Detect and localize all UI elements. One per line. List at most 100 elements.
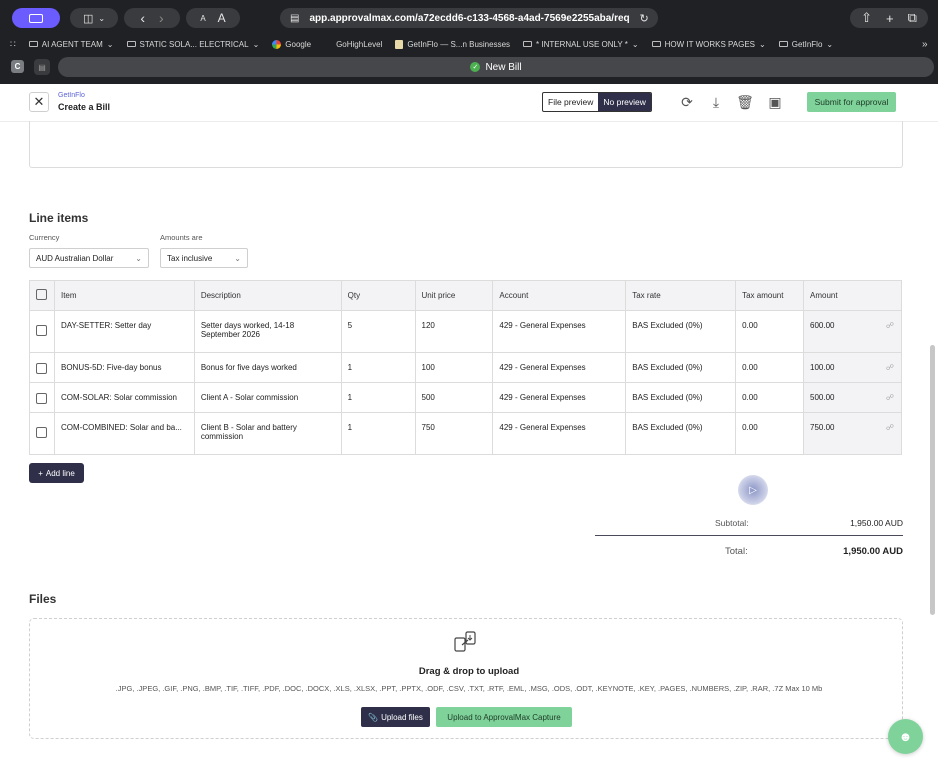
- tax-rate-cell[interactable]: BAS Excluded (0%): [625, 310, 737, 353]
- account-cell[interactable]: 429 - General Expenses: [492, 352, 627, 383]
- bookmark-google[interactable]: Google: [272, 39, 311, 49]
- page-title: Create a Bill: [58, 102, 111, 112]
- nav-buttons: ‹ ›: [124, 8, 180, 28]
- total-label: Total:: [725, 546, 748, 557]
- bookmark-internal-use[interactable]: * INTERNAL USE ONLY * ⌄: [523, 40, 639, 49]
- unit-price-cell[interactable]: 100: [414, 352, 494, 383]
- account-cell[interactable]: 429 - General Expenses: [492, 382, 627, 413]
- tax-amount-cell[interactable]: 0.00: [735, 382, 805, 413]
- item-cell[interactable]: COM-COMBINED: Solar and ba...: [53, 412, 195, 455]
- qty-cell[interactable]: 1: [340, 352, 416, 383]
- delete-icon[interactable]: 🗑: [736, 92, 754, 112]
- subtotal-value: 1,950.00 AUD: [850, 518, 903, 528]
- qty-cell[interactable]: 1: [340, 412, 416, 455]
- active-tab[interactable]: ✓ New Bill: [58, 57, 934, 77]
- tabs-icon[interactable]: ⧉: [908, 10, 917, 26]
- account-cell[interactable]: 429 - General Expenses: [492, 412, 627, 455]
- chevron-down-icon: ⌄: [759, 39, 766, 49]
- folder-icon: [28, 41, 38, 47]
- table-row[interactable]: COM-COMBINED: Solar and ba... Client B -…: [29, 412, 902, 455]
- unit-price-cell[interactable]: 120: [414, 310, 494, 353]
- bookmark-gohighlevel[interactable]: GoHighLevel: [336, 40, 382, 49]
- tab-lock-icon[interactable]: ▤: [34, 59, 50, 75]
- row-select-cell: [29, 382, 55, 413]
- unit-price-cell[interactable]: 750: [414, 412, 494, 455]
- description-cell[interactable]: Client A - Solar commission: [193, 382, 342, 413]
- dropzone-title: Drag & drop to upload: [418, 666, 520, 677]
- folder-icon: [523, 41, 533, 47]
- item-cell[interactable]: DAY-SETTER: Setter day: [53, 310, 195, 353]
- more-bookmarks-icon[interactable]: »: [922, 39, 928, 50]
- save-icon[interactable]: ▣: [766, 92, 784, 112]
- site-settings-icon[interactable]: ▤: [290, 13, 299, 24]
- unit-price-cell[interactable]: 500: [414, 382, 494, 413]
- item-cell[interactable]: COM-SOLAR: Solar commission: [53, 382, 195, 413]
- scrollbar[interactable]: [930, 345, 935, 615]
- url-text: app.approvalmax.com/a72ecdd6-c133-4568-a…: [309, 12, 630, 24]
- upload-capture-button[interactable]: Upload to ApprovalMax Capture: [436, 707, 572, 727]
- amounts-select[interactable]: Tax inclusive ⌄: [160, 248, 248, 268]
- tax-amount-cell[interactable]: 0.00: [735, 310, 805, 353]
- new-tab-icon[interactable]: +: [886, 11, 894, 26]
- text-smaller-button[interactable]: A: [200, 14, 205, 23]
- currency-select[interactable]: AUD Australian Dollar ⌄: [29, 248, 149, 268]
- support-chat-button[interactable]: ☻: [888, 719, 923, 754]
- tax-rate-cell[interactable]: BAS Excluded (0%): [625, 412, 737, 455]
- table-row[interactable]: DAY-SETTER: Setter day Setter days worke…: [29, 310, 902, 353]
- submit-for-approval-button[interactable]: Submit for approval: [807, 92, 896, 112]
- download-icon[interactable]: ⤓: [707, 92, 725, 112]
- upload-files-label: Upload files: [381, 712, 423, 722]
- share-icon[interactable]: ⇧: [861, 10, 872, 26]
- bookmark-getinflo[interactable]: GetInFlo ⌄: [778, 40, 833, 49]
- close-button[interactable]: ✕: [29, 92, 49, 112]
- company-name[interactable]: GetInFlo: [58, 92, 85, 99]
- refresh-icon[interactable]: ⟳: [678, 92, 696, 112]
- column-header: Tax rate: [625, 280, 737, 311]
- lock-icon: ☍: [885, 393, 894, 402]
- add-line-button[interactable]: + Add line: [29, 463, 84, 483]
- bookmark-getinflo-businesses[interactable]: GetInFlo — S...n Businesses: [395, 39, 510, 49]
- chevron-down-icon: ⌄: [106, 39, 114, 49]
- row-checkbox[interactable]: [36, 363, 47, 374]
- bookmark-label: STATIC SOLA... ELECTRICAL: [139, 39, 249, 49]
- tab-group-badge[interactable]: C: [11, 60, 24, 73]
- back-icon[interactable]: ‹: [140, 10, 145, 26]
- description-cell[interactable]: Setter days worked, 14-18 September 2026: [193, 310, 342, 353]
- chevron-down-icon: ⌄: [252, 39, 260, 49]
- select-all-checkbox[interactable]: [36, 289, 47, 300]
- no-preview-option[interactable]: No preview: [598, 93, 651, 111]
- bookmark-how-it-works[interactable]: HOW IT WORKS PAGES ⌄: [651, 39, 766, 49]
- tax-rate-cell[interactable]: BAS Excluded (0%): [625, 352, 737, 383]
- bookmark-static-solar[interactable]: STATIC SOLA... ELECTRICAL ⌄: [126, 39, 260, 49]
- table-row[interactable]: BONUS-5D: Five-day bonus Bonus for five …: [29, 352, 902, 383]
- account-cell[interactable]: 429 - General Expenses: [492, 310, 627, 353]
- reload-icon[interactable]: ↻: [639, 12, 648, 25]
- tax-rate-cell[interactable]: BAS Excluded (0%): [625, 382, 737, 413]
- notes-textarea[interactable]: [29, 121, 903, 168]
- table-row[interactable]: COM-SOLAR: Solar commission Client A - S…: [29, 382, 902, 413]
- forward-icon[interactable]: ›: [159, 10, 164, 26]
- amounts-label: Amounts are: [160, 233, 203, 242]
- description-cell[interactable]: Client B - Solar and battery commission: [193, 412, 342, 455]
- column-header: Unit price: [414, 280, 494, 311]
- item-cell[interactable]: BONUS-5D: Five-day bonus: [53, 352, 195, 383]
- sidebar-toggle-button[interactable]: ◫ ⌄: [70, 8, 118, 28]
- description-cell[interactable]: Bonus for five days worked: [193, 352, 342, 383]
- tax-amount-cell[interactable]: 0.00: [735, 412, 805, 455]
- tab-overview-button[interactable]: [12, 8, 60, 28]
- bookmark-ai-agent-team[interactable]: AI AGENT TEAM ⌄: [28, 39, 114, 49]
- tax-amount-cell[interactable]: 0.00: [735, 352, 805, 383]
- browser-actions: ⇧ + ⧉: [850, 8, 928, 28]
- file-preview-option[interactable]: File preview: [543, 93, 598, 111]
- row-checkbox[interactable]: [36, 427, 47, 438]
- qty-cell[interactable]: 5: [340, 310, 416, 353]
- bookmark-label: GoHighLevel: [336, 39, 383, 49]
- qty-cell[interactable]: 1: [340, 382, 416, 413]
- subtotal-label: Subtotal:: [715, 518, 749, 528]
- text-larger-button[interactable]: A: [218, 11, 226, 25]
- row-checkbox[interactable]: [36, 325, 47, 336]
- address-bar[interactable]: ▤ app.approvalmax.com/a72ecdd6-c133-4568…: [280, 8, 658, 28]
- upload-files-button[interactable]: 📎 Upload files: [361, 707, 430, 727]
- row-checkbox[interactable]: [36, 393, 47, 404]
- apps-grid-icon[interactable]: ∷: [10, 39, 16, 50]
